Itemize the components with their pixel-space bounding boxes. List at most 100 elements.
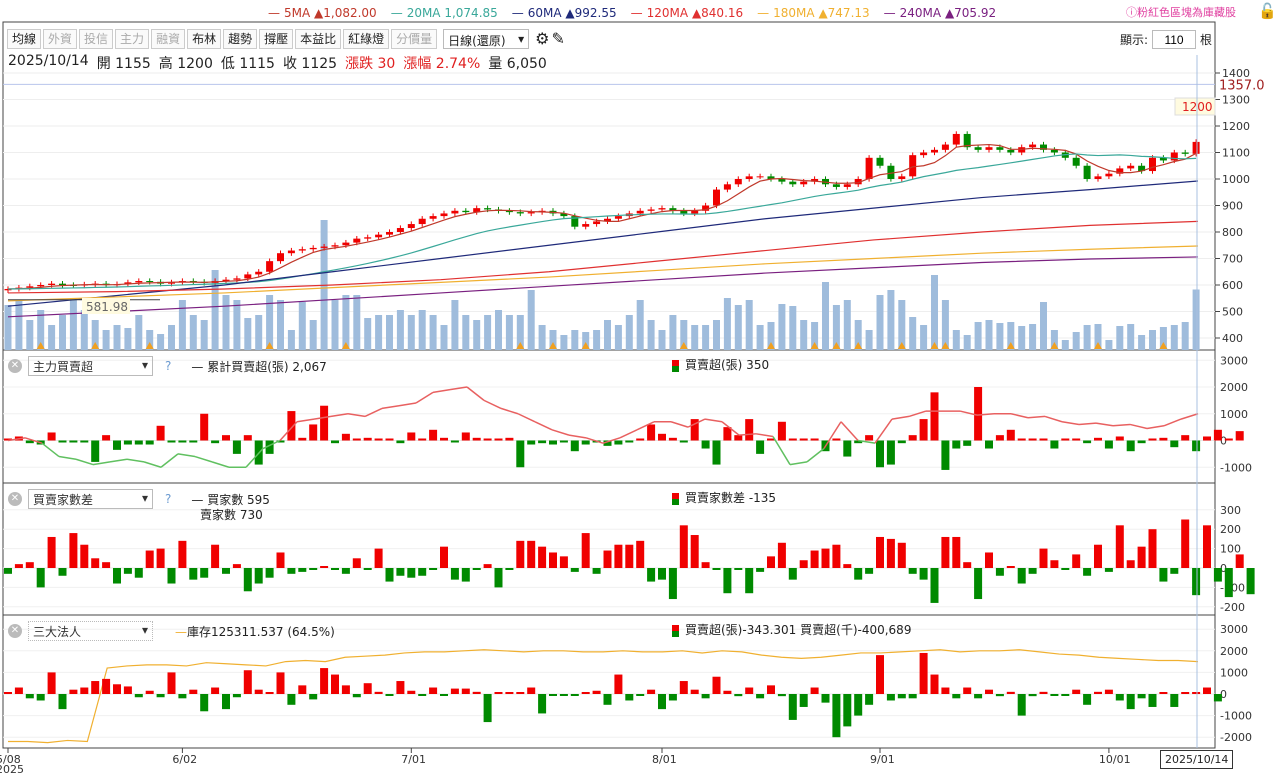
net-bar (407, 432, 416, 441)
net-bar (276, 552, 285, 568)
toolbar-button[interactable]: 布林 (187, 29, 222, 49)
toolbar-button[interactable]: 均線 (7, 29, 42, 49)
candle (244, 274, 252, 279)
volume-bar (505, 315, 513, 350)
net-bar (102, 435, 111, 441)
help-icon[interactable]: ? (165, 492, 171, 506)
net-bar (745, 419, 754, 441)
net-bar (200, 413, 209, 441)
net-bar (1137, 440, 1146, 444)
net-bar (25, 694, 34, 699)
toolbar-button[interactable]: 趨勢 (223, 29, 258, 49)
chart-canvas[interactable]: 1400130012001100100090080070060050040013… (0, 0, 1280, 773)
net-bar (821, 548, 830, 568)
cumulative-line (1044, 415, 1063, 423)
candle (789, 181, 797, 185)
net-bar (570, 694, 579, 696)
net-bar (897, 440, 906, 444)
toolbar-button[interactable]: 投信 (79, 29, 114, 49)
reference-price-label: 1357.0 (1219, 78, 1265, 93)
net-bar (1039, 548, 1048, 568)
bar-count-input[interactable] (1152, 30, 1197, 49)
net-bar (756, 440, 765, 454)
volume-bar (952, 330, 960, 350)
net-bar (472, 568, 481, 570)
net-bar (897, 694, 906, 699)
net-bar (363, 683, 372, 694)
cumulative-line (568, 434, 587, 439)
cumulative-line (211, 461, 230, 468)
net-bar (102, 562, 111, 568)
net-bar (865, 435, 874, 441)
toolbar-button[interactable]: 紅綠燈 (343, 29, 390, 49)
indicator-select[interactable]: 主力買賣超 ▾ (28, 356, 153, 376)
net-bar (865, 694, 874, 705)
net-bar (1170, 568, 1179, 574)
chevron-down-icon: ▾ (518, 32, 525, 46)
net-bar (1083, 568, 1092, 576)
help-icon[interactable]: ? (165, 359, 171, 373)
net-bar (232, 564, 241, 568)
panel-tick-label: 1000 (1220, 666, 1248, 679)
volume-bar (734, 305, 742, 350)
net-bar (4, 692, 12, 694)
net-bar (254, 689, 263, 694)
net-bar (1235, 431, 1244, 441)
period-select[interactable]: 日線(還原) ▾ (443, 29, 530, 49)
volume-bar (745, 300, 753, 350)
close-panel-icon[interactable]: ✕ (8, 359, 22, 373)
net-bar (1203, 687, 1211, 694)
pen-icon[interactable]: ✎ (552, 29, 565, 49)
net-bar (1061, 438, 1070, 441)
candle (1105, 173, 1113, 177)
volume-bar (364, 318, 372, 350)
net-bar (363, 437, 372, 441)
net-bar (211, 544, 220, 568)
net-bar (1159, 568, 1168, 582)
net-bar (4, 568, 12, 574)
candle (1170, 152, 1178, 161)
close-panel-icon[interactable]: ✕ (8, 624, 22, 638)
cumulative-line (840, 421, 859, 442)
line-swatch-icon: — (757, 6, 770, 20)
volume-bar (1105, 340, 1113, 350)
net-bar (1028, 694, 1037, 697)
volume-bar (102, 330, 110, 350)
net-bar (47, 536, 56, 568)
cumulative-legend: — 累計買賣超(張) 2,067 (191, 359, 327, 374)
net-bar (865, 568, 874, 574)
volume-bar (4, 305, 12, 350)
toolbar-button[interactable]: 融資 (151, 29, 186, 49)
net-bar (930, 568, 939, 603)
net-bar (668, 437, 677, 441)
net-bar (1213, 568, 1222, 582)
indicator-select[interactable]: 三大法人 ▾ (28, 621, 153, 641)
candle (1149, 157, 1156, 172)
toolbar-button[interactable]: 分價量 (391, 29, 438, 49)
net-bar (243, 670, 252, 694)
candle (429, 216, 437, 219)
toolbar-button[interactable]: 主力 (115, 29, 150, 49)
net-bar (777, 421, 786, 441)
indicator-select[interactable]: 買賣家數差 ▾ (28, 489, 153, 509)
net-bar (919, 652, 928, 694)
toolbar-button[interactable]: 外資 (43, 29, 78, 49)
lock-icon[interactable]: 🔓 (1258, 2, 1277, 20)
toolbar-button[interactable]: 撐壓 (259, 29, 294, 49)
gear-icon[interactable]: ⚙ (535, 29, 549, 49)
date-tick-label: 10/01 (1099, 753, 1131, 766)
cumulative-line (1027, 415, 1046, 419)
net-bar (1115, 436, 1124, 441)
net-bar (1126, 560, 1135, 568)
candle (800, 181, 808, 185)
price-tick-label: 400 (1222, 332, 1243, 345)
toolbar-button[interactable]: 本益比 (295, 29, 342, 49)
net-bar (723, 690, 732, 694)
volume-bar (440, 325, 448, 350)
price-tick-label: 600 (1222, 279, 1243, 292)
net-bar (1050, 440, 1059, 449)
candle (37, 285, 45, 287)
close-panel-icon[interactable]: ✕ (8, 492, 22, 506)
net-bar (418, 438, 427, 441)
net-bar (974, 568, 983, 600)
